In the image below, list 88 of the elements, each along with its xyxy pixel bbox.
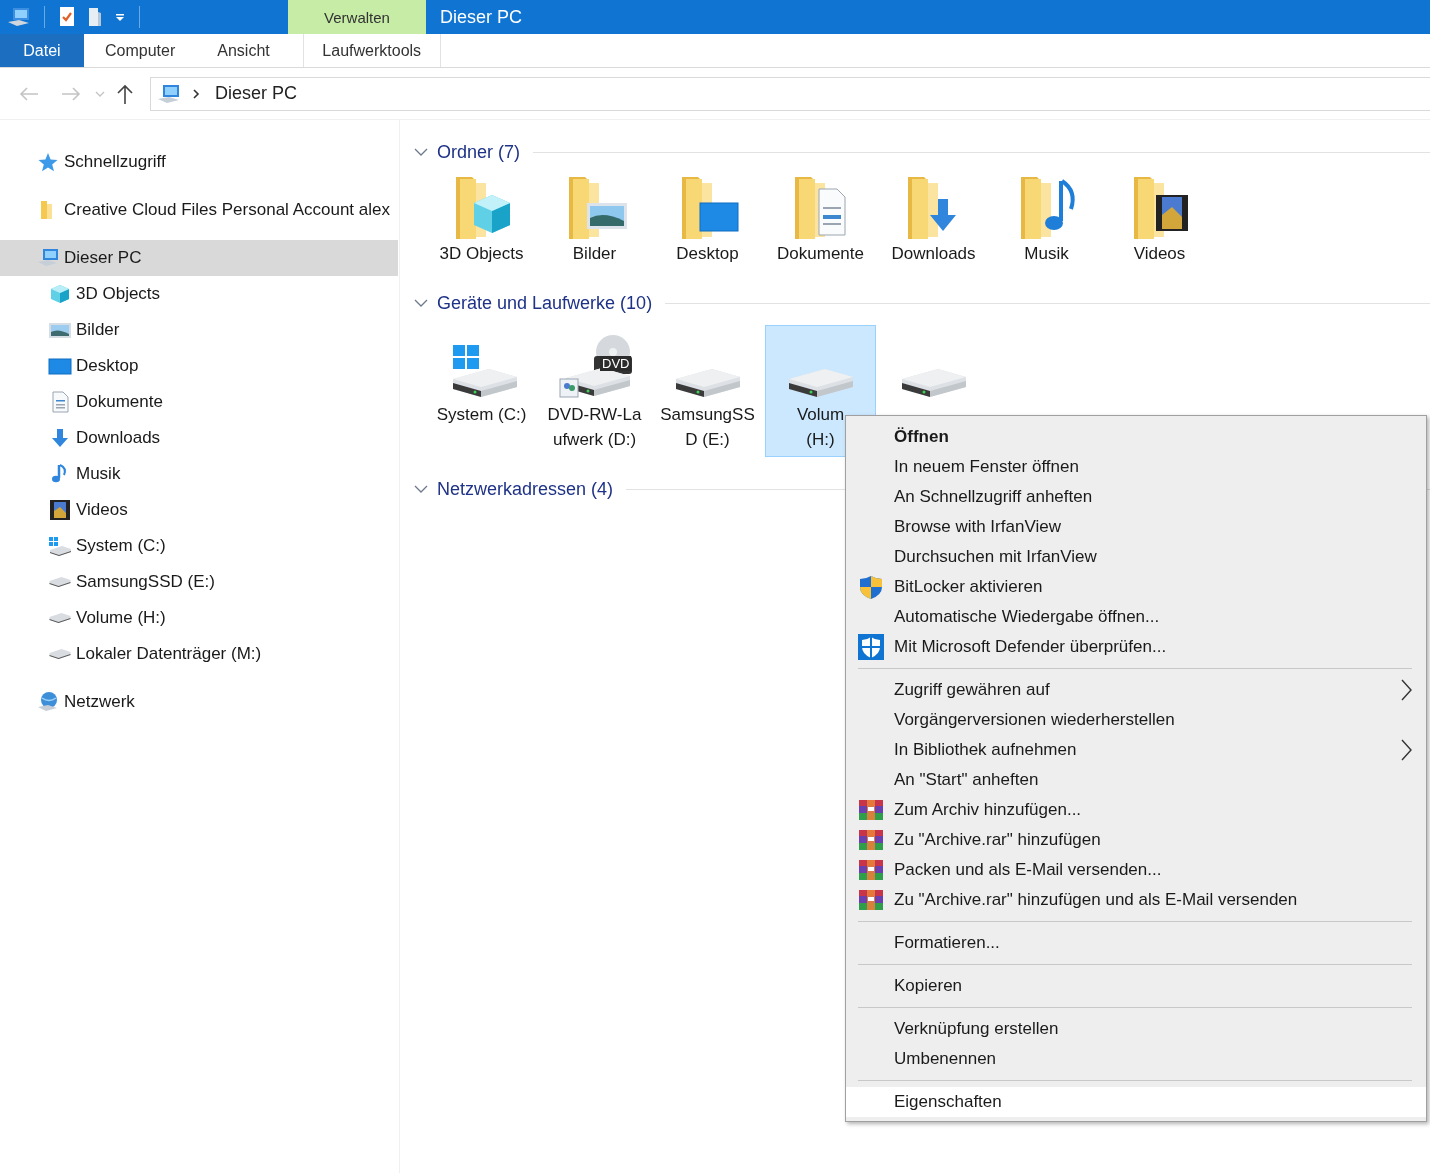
dvd-label: DVD xyxy=(600,356,632,371)
drive-icon xyxy=(674,368,741,398)
drive-icon xyxy=(787,368,854,398)
computer-icon xyxy=(36,247,60,269)
menu-item[interactable]: BitLocker aktivieren xyxy=(846,572,1426,602)
folder-tile[interactable]: 3D Objects xyxy=(426,174,537,271)
shield-icon xyxy=(858,574,884,600)
new-folder-icon[interactable] xyxy=(86,6,104,28)
drive-icon xyxy=(900,368,967,398)
menu-item[interactable]: Vorgängerversionen wiederherstellen xyxy=(846,705,1426,735)
drive-icon xyxy=(48,648,72,660)
menu-item[interactable]: Zugriff gewähren auf xyxy=(846,675,1426,705)
folder-tile[interactable]: Bilder xyxy=(539,174,650,271)
ribbon-tab[interactable]: Laufwerktools xyxy=(302,34,441,67)
cube-icon xyxy=(48,283,72,305)
drive-tile[interactable]: DVD DVD-RW-Laufwerk (D:) xyxy=(539,325,650,457)
collapse-chevron-icon[interactable] xyxy=(414,147,428,157)
menu-item[interactable]: Packen und als E-Mail versenden... xyxy=(846,855,1426,885)
film-icon xyxy=(48,499,72,521)
breadcrumb[interactable]: Dieser PC xyxy=(215,83,298,104)
nav-item[interactable]: Downloads xyxy=(0,420,398,456)
nav-item[interactable]: Creative Cloud Files Personal Account alex xyxy=(0,192,398,228)
menu-item[interactable]: Eigenschaften xyxy=(846,1087,1426,1117)
folder-tile[interactable]: Dokumente xyxy=(765,174,876,271)
section-heading[interactable]: Geräte und Laufwerke (10) xyxy=(437,292,653,314)
nav-item[interactable]: Bilder xyxy=(0,312,398,348)
folder-tile[interactable]: Videos xyxy=(1104,174,1215,271)
desktop-icon xyxy=(48,355,72,377)
nav-item[interactable]: Dokumente xyxy=(0,384,398,420)
menu-item[interactable]: Kopieren xyxy=(846,971,1426,1001)
properties-check-icon[interactable] xyxy=(58,6,76,28)
nav-item[interactable]: SamsungSSD (E:) xyxy=(0,564,398,600)
menu-item[interactable]: Formatieren... xyxy=(846,928,1426,958)
window-title: Dieser PC xyxy=(440,6,523,28)
nav-item[interactable]: Schnellzugriff xyxy=(0,144,398,180)
section-heading[interactable]: Ordner (7) xyxy=(437,141,521,163)
folder-tile[interactable]: Desktop xyxy=(652,174,763,271)
nav-item[interactable]: Desktop xyxy=(0,348,398,384)
menu-item[interactable]: An "Start" anheften xyxy=(846,765,1426,795)
nav-item[interactable]: Volume (H:) xyxy=(0,600,398,636)
archive-books-icon xyxy=(858,857,884,883)
menu-item[interactable]: Zum Archiv hinzufügen... xyxy=(846,795,1426,825)
drive-icon xyxy=(48,576,72,588)
menu-item[interactable]: Umbenennen xyxy=(846,1044,1426,1074)
nav-item[interactable]: System (C:) xyxy=(0,528,398,564)
menu-item[interactable]: Mit Microsoft Defender überprüfen... xyxy=(846,632,1426,662)
folder-tile[interactable]: Musik xyxy=(991,174,1102,271)
ribbon-tab[interactable]: Computer xyxy=(84,34,197,67)
nav-item[interactable]: Dieser PC xyxy=(0,240,398,276)
menu-item[interactable]: An Schnellzugriff anheften xyxy=(846,482,1426,512)
nav-item[interactable]: 3D Objects xyxy=(0,276,398,312)
menu-item[interactable]: Browse with IrfanView xyxy=(846,512,1426,542)
drive-icon xyxy=(48,612,72,624)
archive-books-icon xyxy=(858,827,884,853)
drive-tile[interactable]: SamsungSSD (E:) xyxy=(652,325,763,457)
up-arrow-icon[interactable] xyxy=(116,82,134,105)
windows-drive-icon xyxy=(48,535,72,557)
drive-tile[interactable]: System (C:) xyxy=(426,325,537,432)
defender-shield-icon xyxy=(858,634,884,660)
submenu-chevron-icon xyxy=(1400,739,1412,761)
archive-books-icon xyxy=(858,887,884,913)
menu-item[interactable]: Automatische Wiedergabe öffnen... xyxy=(846,602,1426,632)
menu-item[interactable]: In Bibliothek aufnehmen xyxy=(846,735,1426,765)
section-heading[interactable]: Netzwerkadressen (4) xyxy=(437,478,614,500)
collapse-chevron-icon[interactable] xyxy=(414,484,428,494)
computer-icon[interactable] xyxy=(7,6,31,28)
contextual-tab-group-label: Verwalten xyxy=(324,8,390,26)
archive-books-icon xyxy=(858,797,884,823)
nav-item[interactable]: Netzwerk xyxy=(0,684,398,720)
menu-item[interactable]: Verknüpfung erstellen xyxy=(846,1014,1426,1044)
menu-item[interactable]: Durchsuchen mit IrfanView xyxy=(846,542,1426,572)
nav-item[interactable]: Musik xyxy=(0,456,398,492)
ribbon-tab[interactable]: Datei xyxy=(0,34,84,67)
collapse-chevron-icon[interactable] xyxy=(414,298,428,308)
nav-item[interactable]: Lokaler Datenträger (M:) xyxy=(0,636,398,672)
computer-icon xyxy=(157,83,181,104)
network-globe-icon xyxy=(36,691,60,713)
submenu-chevron-icon xyxy=(1400,679,1412,701)
nav-item[interactable]: Videos xyxy=(0,492,398,528)
drive-tile[interactable]: Volum (H:) xyxy=(765,325,876,457)
dropdown-caret-icon[interactable] xyxy=(114,11,126,23)
menu-item[interactable]: Zu "Archive.rar" hinzufügen und als E-Mail versenden xyxy=(846,885,1426,915)
address-bar[interactable]: Dieser PC xyxy=(150,76,1430,111)
star-icon xyxy=(36,151,60,173)
menu-item[interactable]: Zu "Archive.rar" hinzufügen xyxy=(846,825,1426,855)
folder-tile[interactable]: Downloads xyxy=(878,174,989,271)
breadcrumb-chevron-icon[interactable] xyxy=(191,87,201,100)
ribbon-tab[interactable]: Ansicht xyxy=(196,34,291,67)
